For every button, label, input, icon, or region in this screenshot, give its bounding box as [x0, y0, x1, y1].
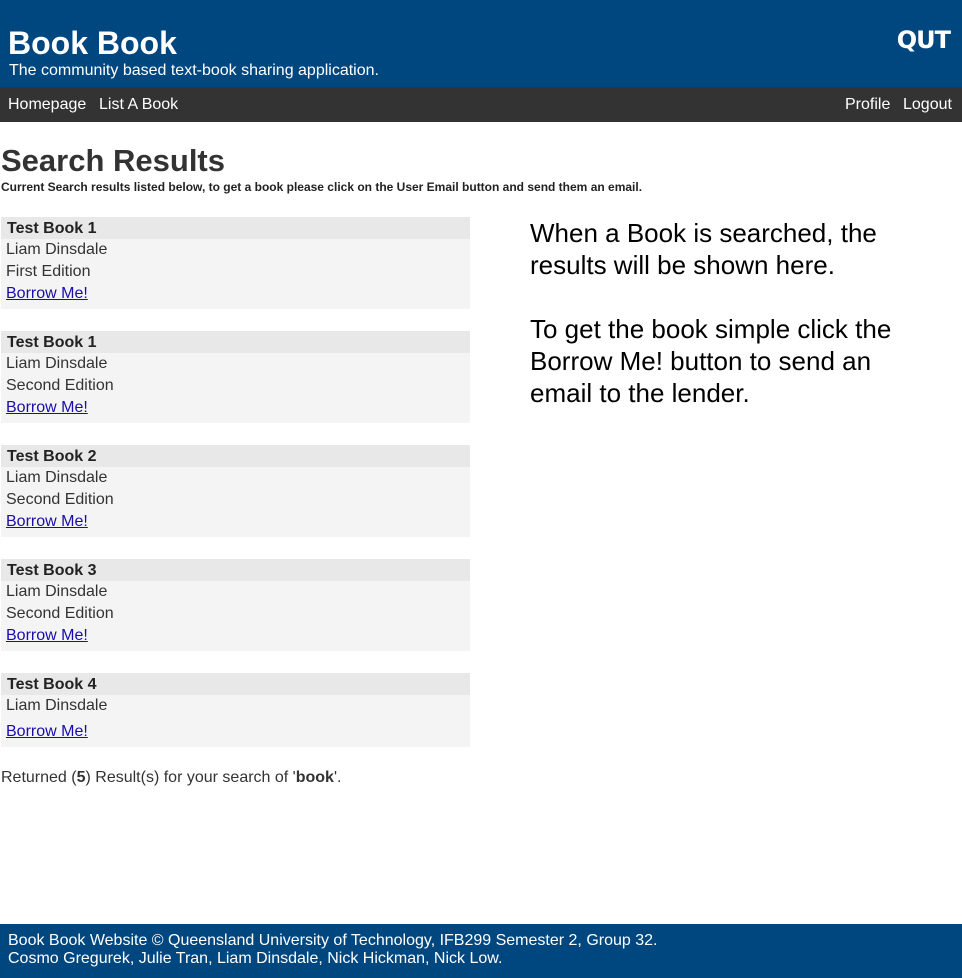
- borrow-me-link[interactable]: Borrow Me!: [1, 625, 470, 647]
- qut-logo: QUT: [896, 26, 951, 54]
- nav-bar: Homepage List A Book Profile Logout: [0, 87, 962, 122]
- summary-suffix: '.: [333, 769, 342, 786]
- result-count: 5: [76, 769, 86, 786]
- nav-logout[interactable]: Logout: [903, 95, 952, 114]
- site-header: Book Book The community based text-book …: [0, 0, 962, 87]
- book-author: Liam Dinsdale: [6, 697, 108, 714]
- help-panel: When a Book is searched, the results wil…: [530, 217, 930, 441]
- book-author: Liam Dinsdale: [6, 583, 108, 600]
- borrow-me-link[interactable]: Borrow Me!: [1, 283, 470, 305]
- summary-prefix: Returned (: [1, 769, 77, 786]
- book-edition: Second Edition: [6, 605, 114, 622]
- borrow-me-link[interactable]: Borrow Me!: [1, 511, 470, 533]
- result-card: Test Book 4 Liam Dinsdale Borrow Me!: [1, 673, 470, 747]
- book-author: Liam Dinsdale: [6, 241, 108, 258]
- help-paragraph: To get the book simple click the Borrow …: [530, 314, 892, 408]
- result-card: Test Book 1 Liam Dinsdale Second Edition…: [1, 331, 470, 423]
- nav-list-a-book[interactable]: List A Book: [99, 95, 178, 114]
- result-card: Test Book 2 Liam Dinsdale Second Edition…: [1, 445, 470, 537]
- book-title: Test Book 3: [1, 559, 470, 581]
- site-footer: Book Book Website © Queensland Universit…: [0, 924, 962, 978]
- book-author: Liam Dinsdale: [6, 469, 108, 486]
- book-title: Test Book 1: [1, 331, 470, 353]
- search-query: book: [295, 769, 334, 786]
- book-author: Liam Dinsdale: [6, 355, 108, 372]
- result-card: Test Book 3 Liam Dinsdale Second Edition…: [1, 559, 470, 651]
- borrow-me-link[interactable]: Borrow Me!: [1, 397, 470, 419]
- result-card: Test Book 1 Liam Dinsdale First Edition …: [1, 217, 470, 309]
- app-tagline: The community based text-book sharing ap…: [9, 62, 379, 79]
- borrow-me-link[interactable]: Borrow Me!: [1, 721, 470, 743]
- book-edition: Second Edition: [6, 491, 114, 508]
- footer-credits: Cosmo Gregurek, Julie Tran, Liam Dinsdal…: [8, 950, 503, 967]
- footer-copyright: Book Book Website © Queensland Universit…: [8, 932, 658, 949]
- page-subtitle: Current Search results listed below, to …: [1, 180, 643, 194]
- book-title: Test Book 4: [1, 673, 470, 695]
- book-title: Test Book 1: [1, 217, 470, 239]
- nav-homepage[interactable]: Homepage: [8, 95, 86, 114]
- page-title: Search Results: [1, 143, 225, 178]
- summary-middle: ) Result(s) for your search of ': [85, 769, 296, 786]
- app-title: Book Book: [8, 25, 177, 61]
- nav-profile[interactable]: Profile: [845, 95, 890, 114]
- book-title: Test Book 2: [1, 445, 470, 467]
- book-edition: Second Edition: [6, 377, 114, 394]
- help-paragraph: When a Book is searched, the results wil…: [530, 218, 877, 280]
- results-summary: Returned (5) Result(s) for your search o…: [1, 768, 341, 787]
- book-edition: First Edition: [6, 263, 91, 280]
